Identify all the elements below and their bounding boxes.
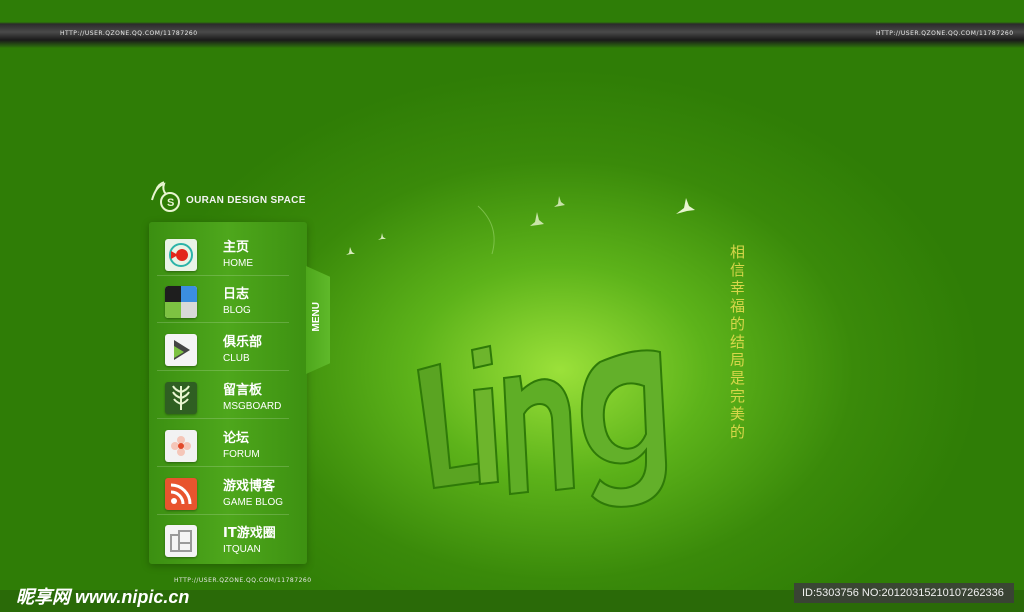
divider bbox=[157, 322, 289, 323]
menu-item-msgboard[interactable]: 留言板 MSGBOARD bbox=[157, 375, 289, 421]
divider bbox=[157, 275, 289, 276]
vertical-poem: 相信幸福的结局是完美的 bbox=[728, 244, 746, 442]
menu-item-game-blog[interactable]: 游戏博客 GAME BLOG bbox=[157, 471, 289, 517]
ouran-logo-icon: S bbox=[151, 181, 180, 212]
menu-label-en: BLOG bbox=[223, 305, 251, 316]
forum-icon bbox=[165, 430, 197, 462]
svg-text:S: S bbox=[167, 197, 174, 209]
menu-item-club[interactable]: 俱乐部 CLUB bbox=[157, 327, 289, 373]
bottom-url-link[interactable]: HTTP://USER.QZONE.QQ.COM/11787260 bbox=[174, 577, 312, 584]
blog-icon bbox=[165, 286, 197, 318]
menu-item-forum[interactable]: 论坛 FORUM bbox=[157, 423, 289, 469]
menu-item-itquan[interactable]: IT游戏圈 ITQUAN bbox=[157, 518, 289, 564]
menu-label-en: MSGBOARD bbox=[223, 401, 282, 412]
menu-label-zh: 游戏博客 bbox=[223, 479, 276, 494]
home-icon bbox=[165, 239, 197, 271]
divider bbox=[157, 466, 289, 467]
menu-label-zh: IT游戏圈 bbox=[223, 526, 276, 541]
divider bbox=[157, 514, 289, 515]
menu-label-zh: 日志 bbox=[223, 287, 250, 302]
divider bbox=[157, 370, 289, 371]
menu-label-zh: 俱乐部 bbox=[223, 335, 263, 350]
itquan-icon bbox=[165, 525, 197, 557]
menu-label-zh: 留言板 bbox=[223, 383, 263, 398]
menu-item-blog[interactable]: 日志 BLOG bbox=[157, 279, 289, 325]
menu-tab[interactable]: MENU bbox=[306, 266, 330, 374]
divider bbox=[157, 418, 289, 419]
menu-label-en: HOME bbox=[223, 258, 253, 269]
rss-icon bbox=[165, 478, 197, 510]
menu-label-en: FORUM bbox=[223, 449, 260, 460]
menu-label-en: CLUB bbox=[223, 353, 250, 364]
msgboard-icon bbox=[165, 382, 197, 414]
club-icon bbox=[165, 334, 197, 366]
menu-item-home[interactable]: 主页 HOME bbox=[157, 232, 289, 278]
bird-icon bbox=[346, 196, 695, 255]
menu-label-zh: 主页 bbox=[223, 240, 250, 255]
menu-label-zh: 论坛 bbox=[223, 431, 250, 446]
brand: S OURAN DESIGN SPACE bbox=[146, 178, 306, 212]
hero-ling-logo bbox=[416, 344, 668, 508]
watermark-left: 昵享网 www.nipic.cn bbox=[16, 587, 190, 607]
watermark-right: ID:5303756 NO:20120315210107262336 bbox=[794, 583, 1014, 603]
brand-name: OURAN DESIGN SPACE bbox=[186, 194, 306, 206]
menu-label-en: GAME BLOG bbox=[223, 497, 284, 508]
menu-tab-label: MENU bbox=[311, 302, 322, 332]
menu-label-en: ITQUAN bbox=[223, 544, 261, 555]
